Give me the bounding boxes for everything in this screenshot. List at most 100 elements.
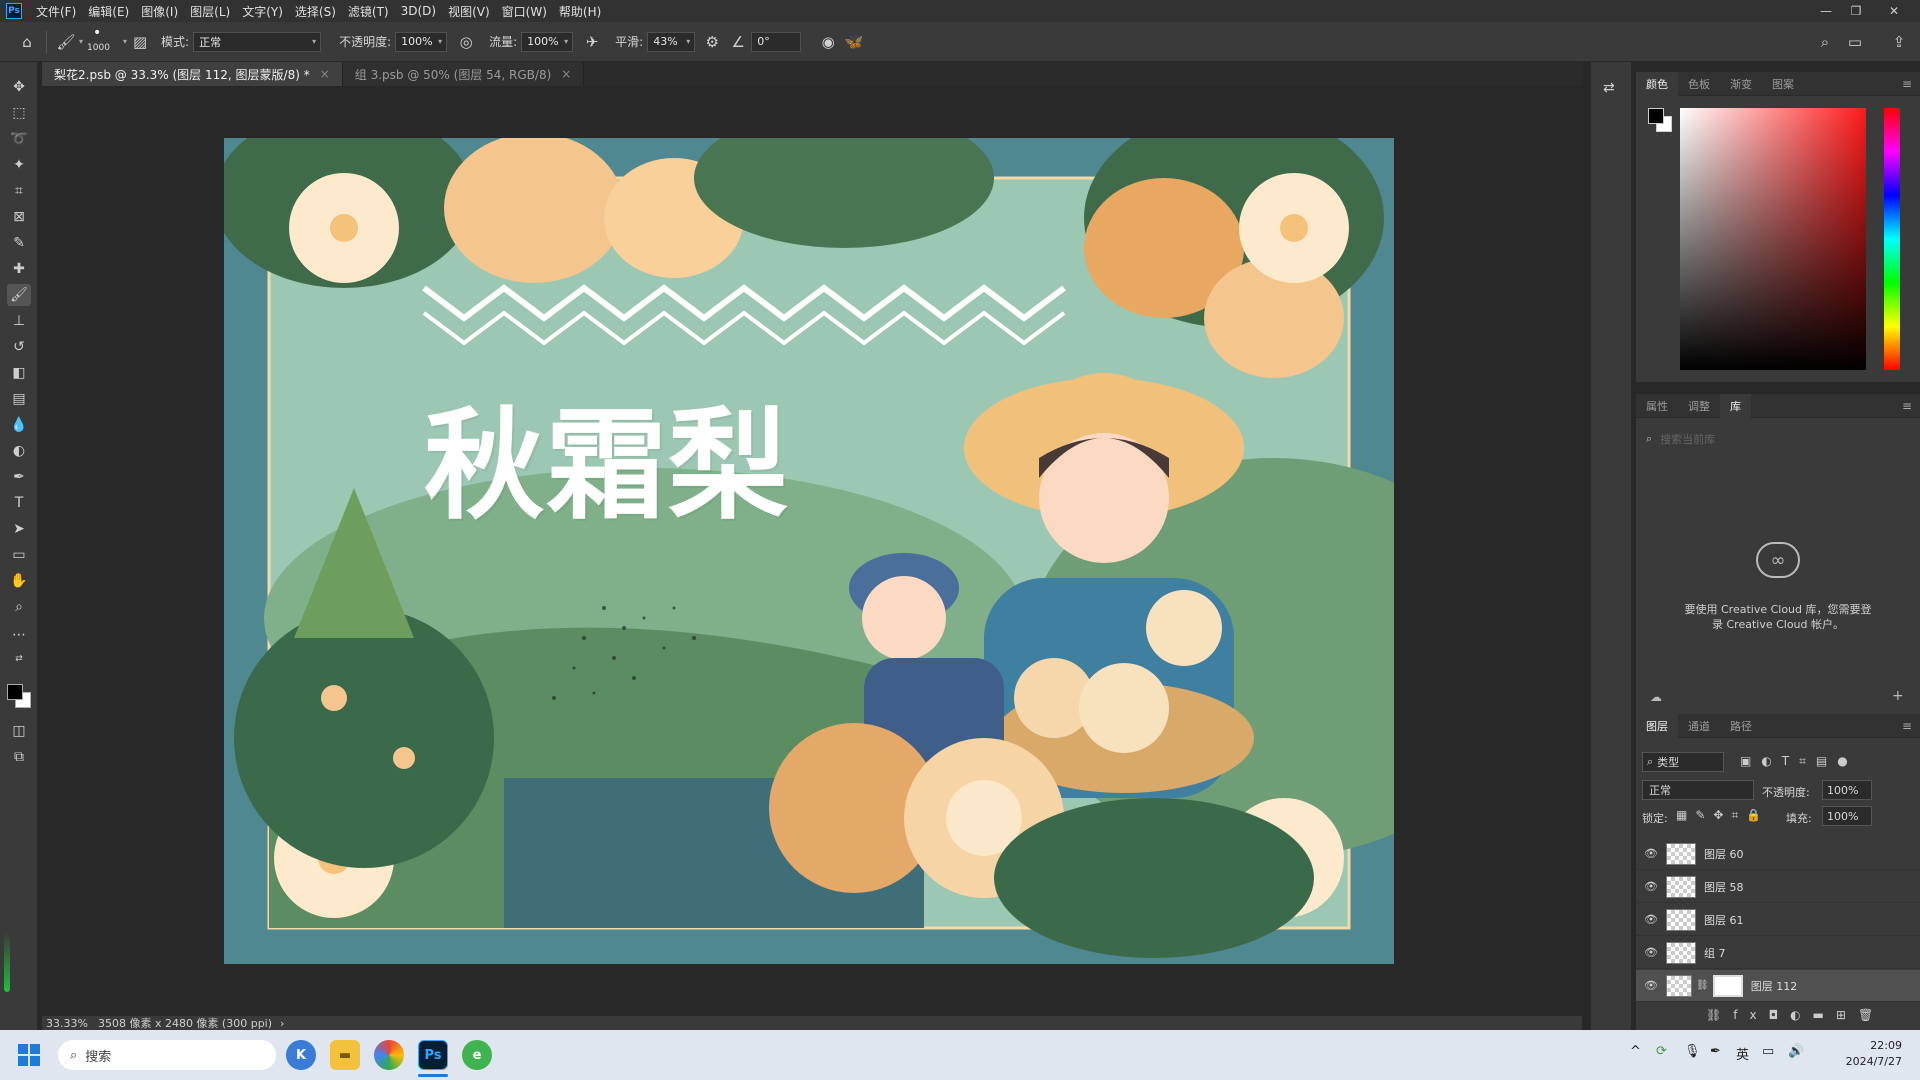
swap-colors-icon[interactable]: ⇄ xyxy=(7,648,31,670)
angle-field[interactable]: 0° xyxy=(751,31,802,52)
restore-icon[interactable]: ❐ xyxy=(1842,0,1870,22)
airbrush-icon[interactable]: ✈ xyxy=(579,29,605,55)
stamp-tool-icon[interactable]: ⊥ xyxy=(7,310,31,332)
chrome-icon[interactable] xyxy=(374,1040,404,1070)
close-icon[interactable]: × xyxy=(561,67,571,81)
chevron-up-icon[interactable]: ^ xyxy=(1630,1044,1641,1059)
menu-select[interactable]: 选择(S) xyxy=(289,3,342,20)
rectangle-tool-icon[interactable]: ▭ xyxy=(7,544,31,566)
layer-mask-thumbnail[interactable] xyxy=(1712,974,1743,997)
canvas-area[interactable]: 秋霜梨 xyxy=(42,86,1582,1016)
frame-tool-icon[interactable]: ⊠ xyxy=(7,206,31,228)
menu-filter[interactable]: 滤镜(T) xyxy=(342,3,395,20)
artwork-canvas[interactable]: 秋霜梨 xyxy=(224,138,1394,964)
menu-layer[interactable]: 图层(L) xyxy=(184,3,236,20)
system-clock[interactable]: 22:09 2024/7/27 xyxy=(1846,1038,1902,1070)
path-select-tool-icon[interactable]: ➤ xyxy=(7,518,31,540)
home-icon[interactable]: ⌂ xyxy=(14,29,40,55)
layer-row-selected[interactable]: 👁 ⛓ 图层 112 xyxy=(1636,970,1920,1002)
photoshop-taskbar-icon[interactable]: Ps xyxy=(418,1040,448,1070)
gear-icon[interactable]: ⚙ xyxy=(699,29,725,55)
opacity-field[interactable]: 100% ▾ xyxy=(395,31,448,52)
dodge-tool-icon[interactable]: ◐ xyxy=(7,440,31,462)
screen-mode-icon[interactable]: ⧉ xyxy=(7,746,31,768)
sync-icon[interactable]: ⟳ xyxy=(1656,1044,1667,1059)
eye-icon[interactable]: 👁 xyxy=(1644,880,1658,893)
layer-row[interactable]: 👁 图层 60 xyxy=(1636,838,1920,870)
taskbar-search[interactable]: ⌕ 搜索 xyxy=(58,1040,276,1070)
eye-icon[interactable]: 👁 xyxy=(1644,913,1658,926)
chevron-right-icon[interactable]: › xyxy=(280,1017,284,1030)
layer-opacity-field[interactable]: 100% xyxy=(1822,780,1872,800)
volume-icon[interactable]: 🔊 xyxy=(1788,1044,1804,1059)
close-window-icon[interactable]: ✕ xyxy=(1880,0,1908,22)
color-field[interactable] xyxy=(1680,108,1866,370)
brush-tool-icon[interactable]: 🖌 xyxy=(7,284,31,306)
tab-channels[interactable]: 通道 xyxy=(1678,714,1720,738)
more-tools-icon[interactable]: ⋯ xyxy=(7,624,31,646)
menu-window[interactable]: 窗口(W) xyxy=(496,3,553,20)
menu-help[interactable]: 帮助(H) xyxy=(553,3,607,20)
marquee-tool-icon[interactable]: ⬚ xyxy=(7,102,31,124)
tab-layers[interactable]: 图层 xyxy=(1636,713,1678,738)
windows-start-icon[interactable] xyxy=(18,1044,40,1066)
lasso-tool-icon[interactable]: ➰ xyxy=(7,128,31,150)
layer-blend-mode-select[interactable]: 正常 xyxy=(1642,780,1754,800)
tab-document-2[interactable]: 组 3.psb @ 50% (图层 54, RGB/8) × xyxy=(342,62,585,86)
tab-patterns[interactable]: 图案 xyxy=(1762,72,1804,96)
magic-wand-tool-icon[interactable]: ✦ xyxy=(7,154,31,176)
symmetry-icon[interactable]: 🦋 xyxy=(841,29,867,55)
microphone-icon[interactable]: 🎙 xyxy=(1684,1044,1701,1059)
panel-menu-icon[interactable]: ≡ xyxy=(1902,719,1912,733)
share-icon[interactable]: ⇪ xyxy=(1886,29,1912,55)
quick-mask-icon[interactable]: ◫ xyxy=(7,720,31,742)
pen-tool-icon[interactable]: ✒ xyxy=(7,466,31,488)
tab-paths[interactable]: 路径 xyxy=(1720,714,1762,738)
network-icon[interactable]: ▭ xyxy=(1762,1044,1774,1059)
tab-adjustments[interactable]: 调整 xyxy=(1678,394,1720,418)
eraser-tool-icon[interactable]: ◧ xyxy=(7,362,31,384)
brush-preset-picker[interactable]: • 1000 xyxy=(83,25,123,57)
foreground-color-swatch-top[interactable] xyxy=(7,684,23,700)
layers-footer-icons[interactable]: ⛓fx◘◐▬⊞🗑 xyxy=(1706,1008,1885,1022)
ime-indicator[interactable]: 英 xyxy=(1736,1044,1749,1063)
eye-icon[interactable]: 👁 xyxy=(1644,946,1658,959)
fx-icon[interactable]: fx xyxy=(1733,1008,1768,1022)
tab-libraries[interactable]: 库 xyxy=(1720,393,1751,418)
add-mask-icon[interactable]: ◘ xyxy=(1769,1008,1791,1022)
type-tool-icon[interactable]: T xyxy=(7,492,31,514)
hue-slider[interactable] xyxy=(1884,108,1900,370)
tab-gradients[interactable]: 渐变 xyxy=(1720,72,1762,96)
layer-fill-field[interactable]: 100% xyxy=(1822,806,1872,826)
trash-icon[interactable]: 🗑 xyxy=(1858,1008,1885,1022)
workspace-icon[interactable]: ▭ xyxy=(1842,29,1868,55)
panel-menu-icon[interactable]: ≡ xyxy=(1902,77,1912,91)
move-tool-icon[interactable]: ✥ xyxy=(7,76,31,98)
crop-tool-icon[interactable]: ⌗ xyxy=(7,180,31,202)
layer-row[interactable]: 👁 组 7 xyxy=(1636,937,1920,969)
tab-color[interactable]: 颜色 xyxy=(1636,71,1678,96)
add-icon[interactable]: + xyxy=(1892,688,1904,704)
tab-properties[interactable]: 属性 xyxy=(1636,394,1678,418)
brush-settings-panel-icon[interactable]: ▨ xyxy=(127,29,153,55)
menu-view[interactable]: 视图(V) xyxy=(442,3,496,20)
menu-edit[interactable]: 编辑(E) xyxy=(82,3,135,20)
new-group-icon[interactable]: ▬ xyxy=(1813,1008,1836,1022)
brush-tool-icon[interactable]: 🖌 xyxy=(53,29,79,55)
healing-brush-tool-icon[interactable]: ✚ xyxy=(7,258,31,280)
history-panel-icon[interactable]: ⇄ xyxy=(1603,80,1615,96)
close-icon[interactable]: × xyxy=(320,67,330,81)
menu-3d[interactable]: 3D(D) xyxy=(395,4,442,18)
eyedropper-tool-icon[interactable]: ✎ xyxy=(7,232,31,254)
link-icon[interactable]: ⛓ xyxy=(1696,980,1709,991)
cloud-sync-icon[interactable]: ☁ xyxy=(1650,690,1662,704)
file-explorer-icon[interactable]: ▬ xyxy=(330,1040,360,1070)
smoothing-field[interactable]: 43% ▾ xyxy=(647,31,696,52)
layer-filter-icons[interactable]: ▣◐T⌗▤● xyxy=(1740,754,1858,769)
browser-e-icon[interactable]: e xyxy=(462,1040,492,1070)
zoom-tool-icon[interactable]: ⌕ xyxy=(7,596,31,618)
menu-file[interactable]: 文件(F) xyxy=(30,3,82,20)
library-search[interactable]: ⌕ 搜索当前库 xyxy=(1646,428,1908,450)
kingsoft-app-icon[interactable]: K xyxy=(286,1040,316,1070)
pressure-opacity-icon[interactable]: ◎ xyxy=(453,29,479,55)
